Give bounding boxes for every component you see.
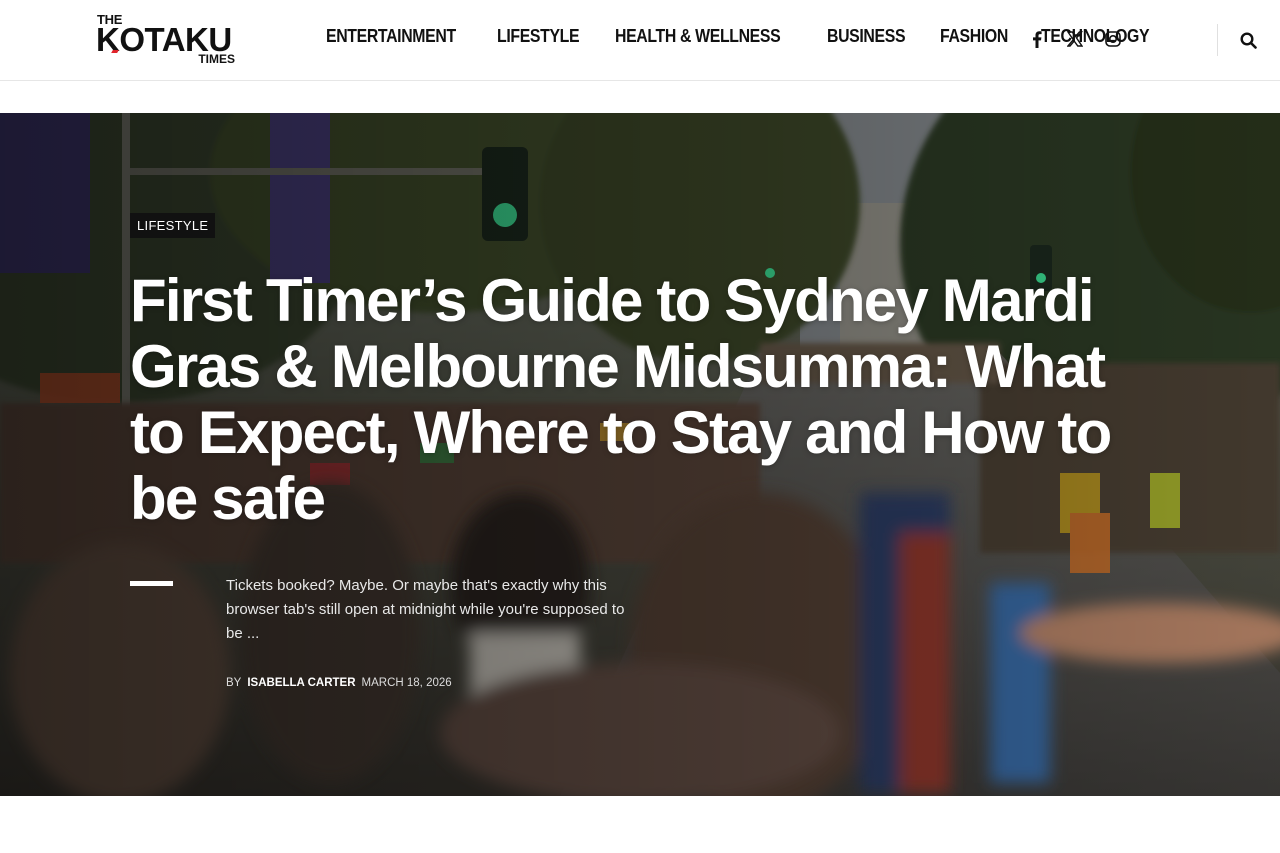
excerpt-divider bbox=[130, 581, 173, 586]
facebook-icon[interactable] bbox=[1027, 28, 1047, 50]
social-links bbox=[1027, 28, 1123, 50]
site-logo[interactable]: THE KOTAKU TIMES bbox=[96, 12, 238, 68]
search-icon[interactable] bbox=[1236, 28, 1260, 52]
x-icon[interactable] bbox=[1065, 28, 1085, 50]
featured-hero[interactable]: LIFESTYLE First Timer’s Guide to Sydney … bbox=[0, 113, 1280, 796]
instagram-icon[interactable] bbox=[1103, 28, 1123, 50]
article-excerpt: Tickets booked? Maybe. Or maybe that's e… bbox=[226, 577, 625, 642]
category-badge[interactable]: LIFESTYLE bbox=[130, 213, 216, 238]
site-header: THE KOTAKU TIMES ENTERTAINMENT LIFESTYLE… bbox=[0, 0, 1280, 81]
meta-by-label: BY bbox=[226, 677, 242, 689]
publish-date: MARCH 18, 2026 bbox=[361, 677, 452, 689]
header-divider bbox=[1217, 24, 1218, 56]
nav-item-entertainment[interactable]: ENTERTAINMENT bbox=[326, 26, 456, 50]
logo-times: TIMES bbox=[198, 52, 235, 66]
nav-item-fashion[interactable]: FASHION bbox=[940, 26, 1008, 50]
article-meta: BY ISABELLA CARTER MARCH 18, 2026 bbox=[226, 677, 452, 689]
article-title[interactable]: First Timer’s Guide to Sydney Mardi Gras… bbox=[130, 268, 1170, 532]
nav-item-lifestyle[interactable]: LIFESTYLE bbox=[497, 26, 580, 50]
nav-item-business[interactable]: BUSINESS bbox=[827, 26, 906, 50]
author-link[interactable]: ISABELLA CARTER bbox=[247, 677, 355, 689]
nav-item-health-wellness[interactable]: HEALTH & WELLNESS bbox=[615, 26, 781, 50]
